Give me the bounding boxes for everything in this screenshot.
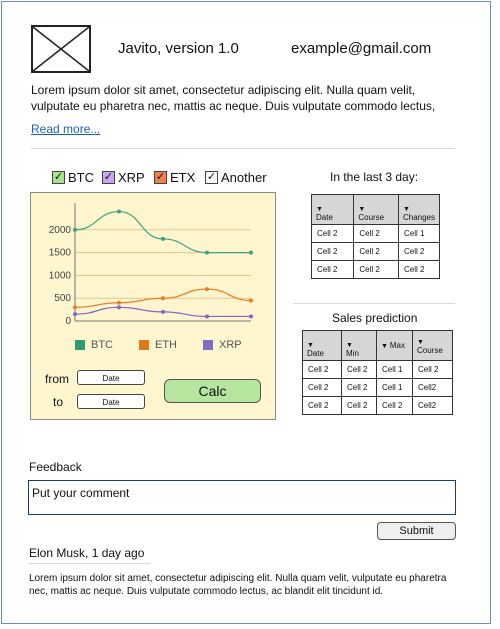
comment-author: Elon Musk, 1 day ago [29,546,145,560]
data-point-eth [117,300,121,305]
app-title: Javito, version 1.0 [118,40,239,57]
legend-swatch-xrp [203,340,213,350]
data-point-eth [205,287,209,292]
comment-text: Lorem ipsum dolor sit amet, consectetur … [29,573,447,597]
recent-table: ▼ Date ▼ Course ▼ Changes Cell 2 Cell 2 Cell … [310,194,441,279]
data-point-btc [249,250,253,255]
to-date-input[interactable]: Date [77,394,145,409]
recent-col-date[interactable]: ▼ Date [310,194,355,225]
data-point-eth [73,305,77,310]
table-row: Cell 2 Cell 2 Cell 1 Cell 2 [302,360,453,379]
intro-text: Lorem ipsum dolor sit amet, consectetur … [31,83,436,113]
table-row: Cell 2 Cell 2 Cell 2 [310,260,441,279]
data-point-xrp [205,314,209,319]
checkbox-btc[interactable]: ✓ [52,171,65,184]
checkbox-another[interactable]: ✓ [205,171,218,184]
y-tick-label: 500 [54,293,71,304]
filter-xrp[interactable]: ✓ XRP [102,170,145,185]
from-label: from [45,372,69,386]
table-row: Cell 2 Cell 2 Cell 1 Cell2 [302,378,453,397]
prediction-table: ▼ Date ▼ Min ▼ Max ▼ Course Cell 2 Cell 2 Ce… [302,330,453,415]
user-email[interactable]: example@gmail.com [291,40,431,57]
data-point-btc [117,209,121,214]
from-date-input[interactable]: Date [77,370,145,385]
filter-etx[interactable]: ✓ ETX [154,170,195,185]
feedback-label: Feedback [29,460,82,474]
data-point-xrp [117,305,121,310]
y-tick-label: 1500 [49,248,72,259]
legend-item-eth: ETH [139,339,177,351]
filter-another[interactable]: ✓ Another [205,170,267,185]
data-point-eth [161,296,165,301]
filter-btc-label: BTC [68,170,94,185]
data-point-xrp [249,314,253,319]
divider [293,303,455,304]
calc-button[interactable]: Calc [164,379,261,403]
table-row: Cell 2 Cell 2 Cell 1 [310,224,441,243]
data-point-xrp [161,309,165,314]
recent-col-changes[interactable]: ▼ Changes [397,194,441,225]
prediction-col-date[interactable]: ▼ Date [302,330,342,361]
prediction-col-max[interactable]: ▼ Max [376,330,413,361]
data-point-eth [249,298,253,303]
data-point-btc [205,250,209,255]
divider [31,148,455,149]
image-placeholder-icon [31,25,91,73]
series-line-btc [74,210,251,254]
data-point-btc [161,236,165,241]
chart-legend: BTC ETH XRP [75,339,242,351]
line-chart: 0 500 1000 1500 2000 [49,203,253,327]
filter-etx-label: ETX [170,170,196,185]
y-tick-label: 1000 [49,270,72,281]
legend-label-xrp: XRP [219,339,242,351]
table-row: Cell 2 Cell 2 Cell 2 Cell2 [302,396,453,415]
legend-label-btc: BTC [91,339,113,351]
legend-swatch-btc [75,340,85,350]
checkbox-etx[interactable]: ✓ [154,171,167,184]
legend-item-btc: BTC [75,339,113,351]
recent-title: In the last 3 day: [330,170,419,184]
legend-swatch-eth [139,340,149,350]
legend-item-xrp: XRP [203,339,242,351]
divider [29,563,150,564]
filter-xrp-label: XRP [118,170,145,185]
to-label: to [53,395,64,409]
filter-btc[interactable]: ✓ BTC [52,170,94,185]
recent-col-course[interactable]: ▼ Course [353,194,399,225]
y-tick-label: 2000 [49,225,72,236]
filter-another-label: Another [221,170,267,185]
prediction-col-course[interactable]: ▼ Course [412,330,453,361]
data-point-xrp [73,312,77,317]
y-tick-label: 0 [65,316,71,327]
legend-label-eth: ETH [155,339,177,351]
data-point-btc [73,227,77,232]
checkbox-xrp[interactable]: ✓ [102,171,115,184]
prediction-col-min[interactable]: ▼ Min [341,330,377,361]
prediction-title: Sales prediction [332,311,418,325]
comment-textarea[interactable]: Put your comment [28,480,456,515]
table-row: Cell 2 Cell 2 Cell 2 [310,242,441,261]
read-more-link[interactable]: Read more... [31,122,100,136]
submit-button[interactable]: Submit [377,522,456,540]
